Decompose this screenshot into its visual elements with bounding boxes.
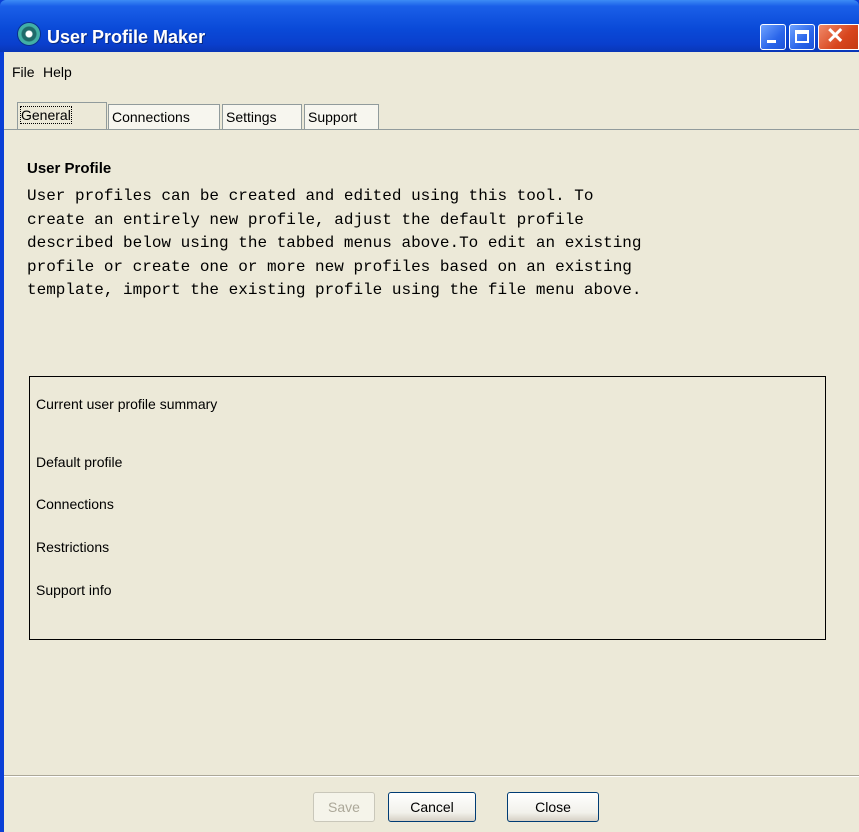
description-line: create an entirely new profile, adjust t… (27, 210, 584, 229)
maximize-button[interactable] (789, 24, 815, 50)
summary-item-default-profile: Default profile (36, 454, 123, 470)
minimize-button[interactable] (760, 24, 786, 50)
menu-bar: File Help (4, 60, 859, 84)
save-button[interactable]: Save (313, 792, 375, 822)
menu-help[interactable]: Help (43, 64, 72, 80)
summary-item-support-info: Support info (36, 582, 112, 598)
window-title: User Profile Maker (47, 27, 206, 47)
section-heading: User Profile (27, 160, 112, 177)
tab-general[interactable]: General (17, 102, 107, 129)
app-window: User Profile Maker ✕ File Help General C… (0, 0, 859, 832)
tab-label: Support (308, 109, 358, 125)
profile-summary-panel: Current user profile summary Default pro… (29, 376, 826, 640)
description-line: profile or create one or more new profil… (27, 257, 632, 276)
tab-label: Connections (112, 109, 190, 125)
tab-label: General (20, 106, 72, 124)
tab-connections[interactable]: Connections (108, 104, 220, 129)
menu-file[interactable]: File (12, 64, 35, 80)
client-area: File Help General Connections Settings S… (4, 52, 859, 832)
summary-title: Current user profile summary (36, 396, 218, 412)
cancel-button[interactable]: Cancel (388, 792, 476, 822)
close-icon: ✕ (826, 23, 845, 48)
summary-item-connections: Connections (36, 496, 114, 512)
description-line: template, import the existing profile us… (27, 281, 642, 299)
tab-label: Settings (226, 109, 277, 125)
close-button[interactable]: Close (507, 792, 599, 822)
title-bar[interactable]: User Profile Maker ✕ (0, 0, 859, 52)
close-window-button[interactable]: ✕ (818, 23, 859, 50)
description-text: User profiles can be created and edited … (27, 185, 847, 303)
description-line: User profiles can be created and edited … (27, 187, 594, 205)
tab-divider (4, 129, 859, 130)
app-logo-icon (18, 23, 40, 45)
footer-divider-highlight (4, 776, 859, 777)
summary-item-restrictions: Restrictions (36, 539, 110, 555)
description-line: described below using the tabbed menus a… (27, 234, 642, 252)
tab-support[interactable]: Support (304, 104, 379, 129)
tab-settings[interactable]: Settings (222, 104, 302, 129)
